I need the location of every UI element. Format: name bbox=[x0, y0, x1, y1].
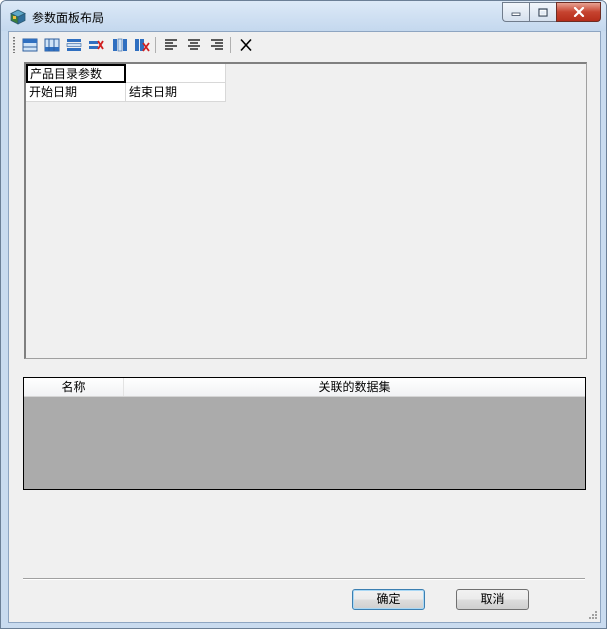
cancel-button[interactable]: 取消 bbox=[456, 589, 529, 610]
toolbar-separator bbox=[155, 37, 156, 53]
insert-column-left-icon bbox=[113, 38, 127, 52]
toolbar-separator bbox=[230, 37, 231, 53]
ok-button[interactable]: 确定 bbox=[352, 589, 425, 610]
layout-cell[interactable] bbox=[126, 64, 226, 83]
grid-header: 名称 关联的数据集 bbox=[24, 378, 585, 397]
column-header-dataset[interactable]: 关联的数据集 bbox=[124, 378, 585, 396]
delete-icon bbox=[240, 38, 252, 52]
insert-column-left-button[interactable] bbox=[110, 36, 130, 54]
title-bar[interactable]: 参数面板布局 bbox=[1, 1, 606, 31]
resize-grip-icon[interactable] bbox=[588, 610, 598, 620]
dialog-client-area: 产品目录参数 开始日期 结束日期 名称 关联的数据集 确定 取消 bbox=[8, 31, 601, 623]
dialog-window: 参数面板布局 产品目录参数 开始日期 结束日期 名称 关联的数据集 确定 取消 bbox=[0, 0, 607, 629]
app-cube-icon bbox=[10, 9, 26, 25]
align-right-button[interactable] bbox=[207, 36, 227, 54]
layout-cell[interactable]: 开始日期 bbox=[26, 83, 126, 102]
align-center-button[interactable] bbox=[184, 36, 204, 54]
insert-row-below-button[interactable] bbox=[42, 36, 62, 54]
align-left-button[interactable] bbox=[161, 36, 181, 54]
minimize-icon bbox=[511, 12, 521, 16]
insert-row-below-icon bbox=[44, 38, 60, 52]
align-center-icon bbox=[188, 39, 200, 50]
insert-row-above-icon bbox=[22, 38, 38, 52]
insert-row-above-button[interactable] bbox=[20, 36, 40, 54]
insert-column-button[interactable] bbox=[64, 36, 84, 54]
delete-row-button[interactable] bbox=[86, 36, 106, 54]
parameter-layout-panel[interactable]: 产品目录参数 开始日期 结束日期 bbox=[24, 62, 587, 359]
window-title: 参数面板布局 bbox=[32, 11, 105, 25]
footer-divider bbox=[23, 578, 585, 580]
layout-cell[interactable]: 结束日期 bbox=[126, 83, 226, 102]
toolbar-grip[interactable] bbox=[13, 37, 15, 53]
delete-column-icon bbox=[135, 39, 150, 52]
insert-column-icon bbox=[66, 39, 82, 51]
minimize-button[interactable] bbox=[502, 2, 529, 22]
maximize-icon bbox=[538, 7, 548, 17]
dataset-grid[interactable]: 名称 关联的数据集 bbox=[23, 377, 586, 490]
layout-cell-selected[interactable]: 产品目录参数 bbox=[26, 64, 126, 83]
column-header-name[interactable]: 名称 bbox=[24, 378, 124, 396]
delete-row-icon bbox=[89, 40, 104, 50]
delete-button[interactable] bbox=[236, 36, 256, 54]
caption-buttons bbox=[502, 2, 601, 22]
maximize-button[interactable] bbox=[529, 2, 556, 22]
close-button[interactable] bbox=[556, 2, 601, 22]
layout-toolbar bbox=[9, 32, 600, 58]
delete-column-button[interactable] bbox=[132, 36, 152, 54]
close-icon bbox=[573, 7, 584, 17]
align-right-icon bbox=[211, 39, 223, 50]
align-left-icon bbox=[165, 39, 177, 50]
